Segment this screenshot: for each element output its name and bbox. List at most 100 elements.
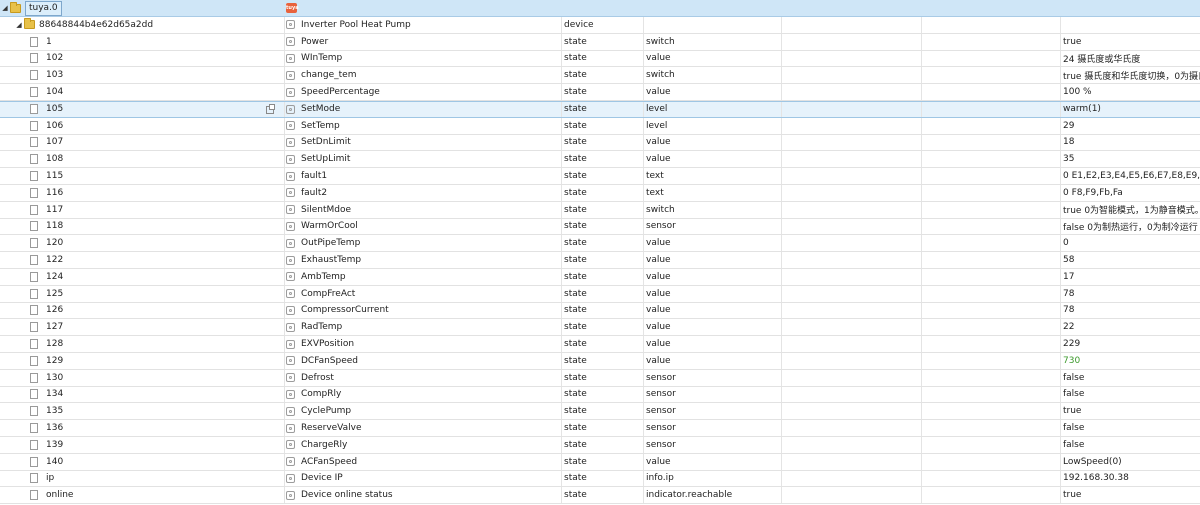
- state-row[interactable]: 125 CompFreAct state value 78: [0, 285, 1200, 303]
- state-value-cell[interactable]: 24 摄氏度或华氏度: [1063, 51, 1200, 67]
- state-room-cell[interactable]: [784, 387, 920, 403]
- state-function-cell[interactable]: [924, 286, 1060, 302]
- state-room-cell[interactable]: [784, 487, 920, 503]
- state-value-cell[interactable]: 58: [1063, 252, 1200, 268]
- state-room-cell[interactable]: [784, 420, 920, 436]
- state-row[interactable]: 130 Defrost state sensor false: [0, 369, 1200, 387]
- state-room-cell[interactable]: [784, 235, 920, 251]
- state-value-cell[interactable]: 730: [1063, 353, 1200, 369]
- state-row[interactable]: 129 DCFanSpeed state value 730: [0, 352, 1200, 370]
- state-row[interactable]: 102 WInTemp state value 24 摄氏度或华氏度: [0, 50, 1200, 68]
- state-row[interactable]: 124 AmbTemp state value 17: [0, 268, 1200, 286]
- state-row[interactable]: 135 CyclePump state sensor true: [0, 403, 1200, 421]
- state-function-cell[interactable]: [924, 34, 1060, 50]
- state-room-cell[interactable]: [784, 84, 920, 100]
- state-value-cell[interactable]: 29: [1063, 118, 1200, 134]
- state-row[interactable]: 105 SetMode state level warm(1): [0, 100, 1200, 118]
- state-function-cell[interactable]: [924, 420, 1060, 436]
- state-value-cell[interactable]: 18: [1063, 135, 1200, 151]
- state-row[interactable]: 106 SetTemp state level 29: [0, 117, 1200, 135]
- state-value-cell[interactable]: false 0为制热运行，0为制冷运行: [1063, 219, 1200, 235]
- state-room-cell[interactable]: [784, 471, 920, 487]
- collapse-arrow-icon[interactable]: ◢: [14, 21, 24, 29]
- state-value-cell[interactable]: true 0为智能模式，1为静音模式。: [1063, 202, 1200, 218]
- state-room-cell[interactable]: [784, 370, 920, 386]
- state-row[interactable]: 134 CompRly state sensor false: [0, 386, 1200, 404]
- state-row[interactable]: 115 fault1 state text 0 E1,E2,E3,E4,E5,E…: [0, 168, 1200, 185]
- state-function-cell[interactable]: [924, 202, 1060, 218]
- state-room-cell[interactable]: [784, 454, 920, 470]
- state-function-cell[interactable]: [924, 51, 1060, 67]
- state-room-cell[interactable]: [784, 185, 920, 201]
- state-function-cell[interactable]: [924, 252, 1060, 268]
- state-row[interactable]: 104 SpeedPercentage state value 100 %: [0, 84, 1200, 101]
- state-value-cell[interactable]: false: [1063, 387, 1200, 403]
- state-room-cell[interactable]: [784, 202, 920, 218]
- state-row[interactable]: 116 fault2 state text 0 F8,F9,Fb,Fa: [0, 184, 1200, 202]
- state-value-cell[interactable]: true: [1063, 487, 1200, 503]
- state-room-cell[interactable]: [784, 135, 920, 151]
- state-room-cell[interactable]: [784, 319, 920, 335]
- state-room-cell[interactable]: [784, 437, 920, 453]
- state-row[interactable]: 107 SetDnLimit state value 18: [0, 134, 1200, 152]
- state-function-cell[interactable]: [924, 454, 1060, 470]
- state-row[interactable]: 136 ReserveValve state sensor false: [0, 420, 1200, 437]
- state-value-cell[interactable]: 22: [1063, 319, 1200, 335]
- state-function-cell[interactable]: [924, 487, 1060, 503]
- state-function-cell[interactable]: [924, 370, 1060, 386]
- state-room-cell[interactable]: [784, 168, 920, 184]
- state-function-cell[interactable]: [924, 319, 1060, 335]
- state-row[interactable]: 108 SetUpLimit state value 35: [0, 151, 1200, 169]
- state-value-cell[interactable]: warm(1): [1063, 102, 1200, 117]
- state-row[interactable]: 122 ExhaustTemp state value 58: [0, 252, 1200, 269]
- state-function-cell[interactable]: [924, 219, 1060, 235]
- state-row[interactable]: 140 ACFanSpeed state value LowSpeed(0): [0, 453, 1200, 471]
- state-row[interactable]: ip Device IP state info.ip 192.168.30.38: [0, 470, 1200, 488]
- tree-row-root[interactable]: ◢ tuya.0 tuya: [0, 0, 1200, 17]
- state-function-cell[interactable]: [924, 135, 1060, 151]
- copy-icon[interactable]: [266, 103, 275, 114]
- state-room-cell[interactable]: [784, 118, 920, 134]
- state-row[interactable]: 117 SilentMdoe state switch true 0为智能模式，…: [0, 201, 1200, 219]
- state-room-cell[interactable]: [784, 151, 920, 167]
- state-value-cell[interactable]: 78: [1063, 303, 1200, 319]
- state-function-cell[interactable]: [924, 336, 1060, 352]
- state-room-cell[interactable]: [784, 269, 920, 285]
- state-function-cell[interactable]: [924, 269, 1060, 285]
- state-function-cell[interactable]: [924, 151, 1060, 167]
- state-function-cell[interactable]: [924, 118, 1060, 134]
- state-function-cell[interactable]: [924, 84, 1060, 100]
- state-row[interactable]: 127 RadTemp state value 22: [0, 319, 1200, 337]
- state-value-cell[interactable]: true 摄氏度和华氏度切换，0为摄氏: [1063, 67, 1200, 83]
- state-function-cell[interactable]: [924, 353, 1060, 369]
- state-room-cell[interactable]: [784, 286, 920, 302]
- tree-row-device[interactable]: ◢ 88648844b4e62d65a2dd Inverter Pool Hea…: [0, 17, 1200, 34]
- collapse-arrow-icon[interactable]: ◢: [0, 4, 10, 12]
- state-room-cell[interactable]: [784, 336, 920, 352]
- state-room-cell[interactable]: [784, 34, 920, 50]
- state-room-cell[interactable]: [784, 403, 920, 419]
- state-value-cell[interactable]: true: [1063, 34, 1200, 50]
- state-value-cell[interactable]: 192.168.30.38: [1063, 471, 1200, 487]
- state-row[interactable]: 103 change_tem state switch true 摄氏度和华氏度…: [0, 67, 1200, 85]
- state-value-cell[interactable]: 78: [1063, 286, 1200, 302]
- state-row[interactable]: online Device online status state indica…: [0, 487, 1200, 505]
- state-room-cell[interactable]: [784, 252, 920, 268]
- state-room-cell[interactable]: [784, 219, 920, 235]
- state-value-cell[interactable]: false: [1063, 420, 1200, 436]
- state-function-cell[interactable]: [924, 303, 1060, 319]
- state-value-cell[interactable]: false: [1063, 370, 1200, 386]
- state-value-cell[interactable]: false: [1063, 437, 1200, 453]
- state-room-cell[interactable]: [784, 303, 920, 319]
- state-function-cell[interactable]: [924, 235, 1060, 251]
- state-room-cell[interactable]: [784, 102, 920, 117]
- state-value-cell[interactable]: 0 F8,F9,Fb,Fa: [1063, 185, 1200, 201]
- state-row[interactable]: 139 ChargeRly state sensor false: [0, 436, 1200, 454]
- state-row[interactable]: 128 EXVPosition state value 229: [0, 336, 1200, 353]
- state-room-cell[interactable]: [784, 67, 920, 83]
- state-function-cell[interactable]: [924, 67, 1060, 83]
- state-function-cell[interactable]: [924, 102, 1060, 117]
- state-value-cell[interactable]: LowSpeed(0): [1063, 454, 1200, 470]
- state-value-cell[interactable]: 0: [1063, 235, 1200, 251]
- state-function-cell[interactable]: [924, 185, 1060, 201]
